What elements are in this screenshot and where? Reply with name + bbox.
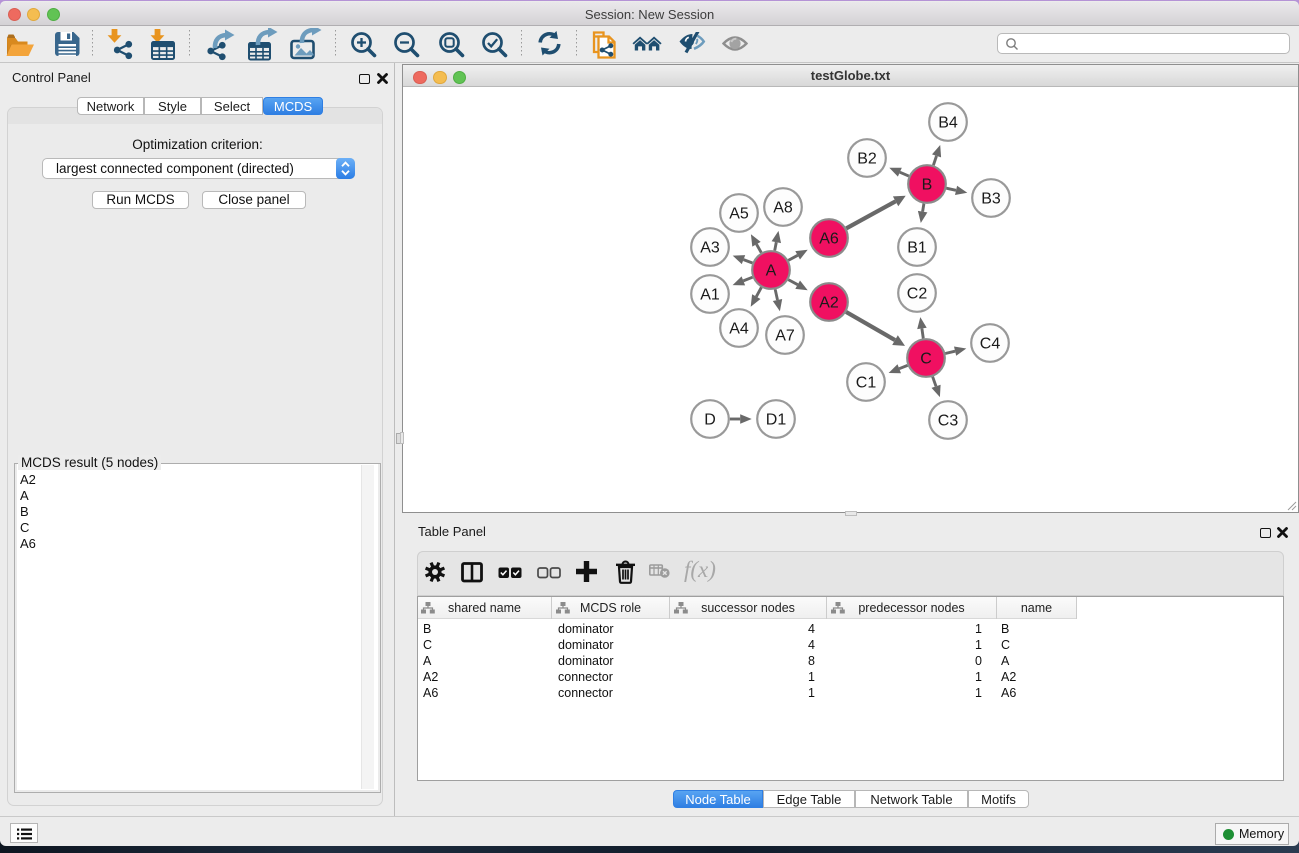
svg-text:B2: B2 xyxy=(857,151,877,168)
svg-text:A2: A2 xyxy=(819,295,839,312)
svg-text:A8: A8 xyxy=(773,200,793,217)
svg-text:B1: B1 xyxy=(907,240,927,257)
svg-text:B3: B3 xyxy=(981,191,1001,208)
svg-text:A: A xyxy=(766,263,777,280)
svg-text:D: D xyxy=(704,412,716,429)
svg-text:C1: C1 xyxy=(856,375,877,392)
svg-text:D1: D1 xyxy=(766,412,787,429)
svg-text:B: B xyxy=(922,177,933,194)
svg-text:A1: A1 xyxy=(700,287,720,304)
svg-text:A7: A7 xyxy=(775,328,795,345)
svg-text:C3: C3 xyxy=(938,413,959,430)
svg-text:C: C xyxy=(920,351,932,368)
svg-text:A5: A5 xyxy=(729,206,749,223)
svg-text:A4: A4 xyxy=(729,321,749,338)
svg-text:C2: C2 xyxy=(907,286,928,303)
svg-text:B4: B4 xyxy=(938,115,958,132)
svg-text:A3: A3 xyxy=(700,240,720,257)
svg-text:C4: C4 xyxy=(980,336,1001,353)
svg-text:A6: A6 xyxy=(819,231,839,248)
